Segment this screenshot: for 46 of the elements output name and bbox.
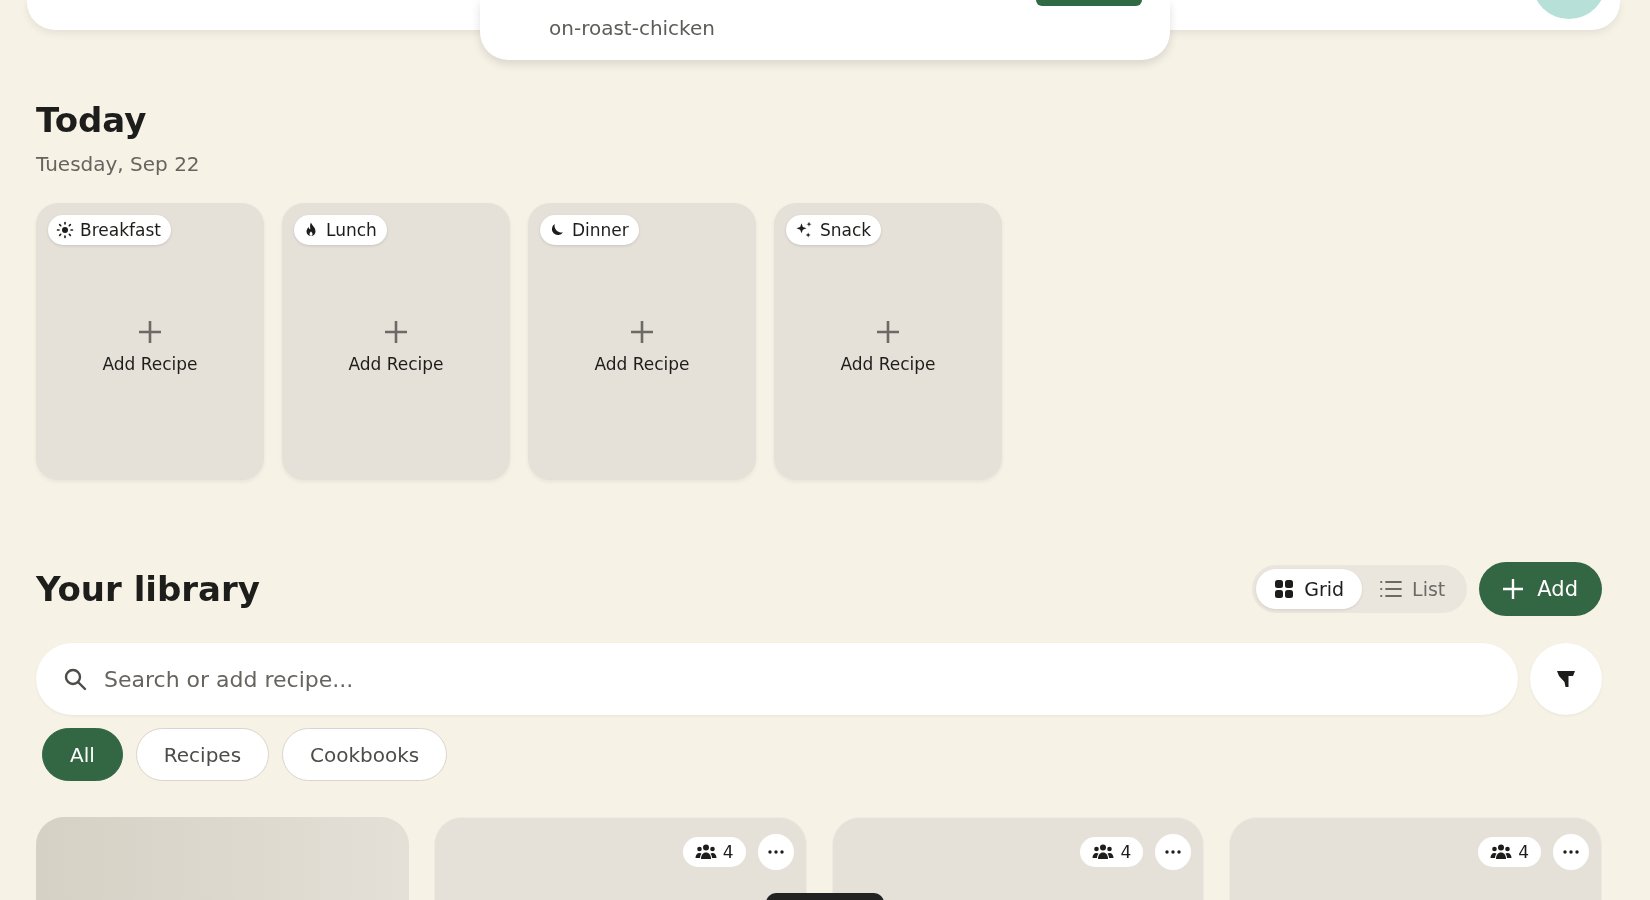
people-icon — [1092, 844, 1115, 860]
url-text: on-roast-chicken — [549, 16, 715, 40]
more-button[interactable] — [757, 834, 794, 870]
add-recipe-link[interactable]: Add Recipe — [594, 353, 690, 374]
more-icon — [1165, 850, 1182, 854]
recipe-card[interactable]: 4 — [1229, 817, 1602, 900]
plus-icon — [384, 319, 408, 344]
filter-chip[interactable]: Cookbooks — [282, 728, 448, 781]
section-title: Today — [36, 99, 148, 142]
add-recipe-link[interactable]: Add Recipe — [348, 353, 444, 374]
plus-icon — [138, 319, 162, 344]
plus-icon — [630, 319, 654, 344]
list-icon — [1380, 580, 1403, 598]
filter-chip[interactable]: Recipes — [135, 728, 270, 781]
filter-chip[interactable]: All — [42, 728, 123, 781]
meal-label: Snack — [820, 220, 872, 240]
meal-label: Breakfast — [80, 220, 161, 240]
servings-count: 4 — [722, 842, 734, 862]
plus-icon — [1503, 579, 1524, 599]
recipe-card[interactable]: 4 — [831, 817, 1205, 900]
meal-label: Lunch — [326, 220, 377, 240]
section-title: Your library — [36, 568, 261, 611]
more-button[interactable] — [1155, 834, 1192, 870]
more-icon — [1563, 850, 1579, 854]
view-tab[interactable]: List — [1362, 569, 1464, 609]
view-tab[interactable]: Grid — [1256, 569, 1363, 609]
people-icon — [1490, 844, 1513, 860]
add-recipe-link[interactable]: Add Recipe — [102, 353, 198, 374]
meal-label: Dinner — [572, 220, 629, 240]
plus-icon — [876, 319, 900, 344]
people-icon — [694, 844, 717, 860]
more-icon — [767, 850, 784, 854]
sparkles-icon — [794, 220, 814, 240]
add-recipe-link[interactable]: Add Recipe — [840, 353, 936, 374]
date-text: Tuesday, Sep 22 — [36, 152, 201, 176]
more-button[interactable] — [1553, 834, 1589, 870]
filter-icon — [1556, 669, 1576, 689]
search-icon — [63, 667, 87, 691]
sun-icon — [56, 221, 74, 239]
popover-button[interactable] — [1036, 0, 1142, 6]
recipe-card[interactable]: 4 — [433, 817, 807, 900]
grid-icon — [1274, 579, 1295, 599]
servings-count: 4 — [1518, 842, 1529, 862]
add-button[interactable]: Add — [1479, 562, 1602, 616]
search-field[interactable]: Search or add recipe... — [36, 643, 1518, 715]
servings-count: 4 — [1120, 842, 1132, 862]
